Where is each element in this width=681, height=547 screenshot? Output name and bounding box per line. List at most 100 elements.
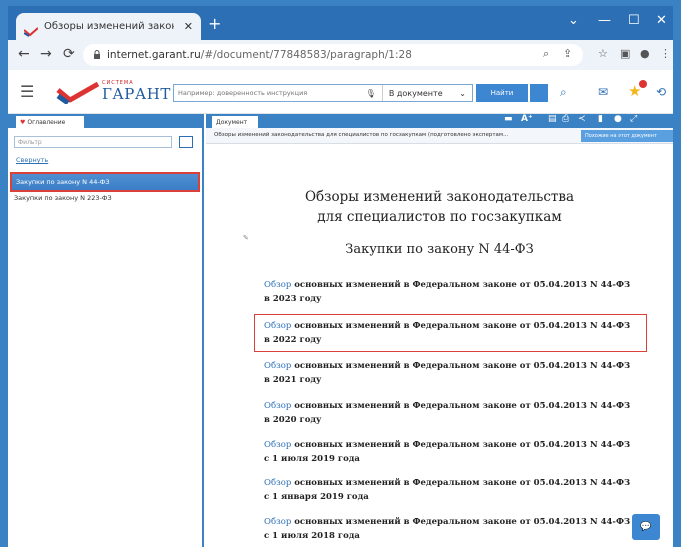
collapse-link[interactable]: Свернуть [16, 156, 48, 164]
printer-icon[interactable]: ⎙ [562, 114, 569, 124]
info-icon[interactable]: ● [614, 114, 622, 124]
chat-bubble-icon: 💬 [640, 522, 652, 532]
list-item: Обзор основных изменений в Федеральном з… [264, 476, 659, 504]
document-title-line-2: для специалистов по госзакупкам [317, 209, 562, 225]
forward-arrow-icon[interactable]: → [40, 46, 52, 62]
logo-text: ГАРАНТ [102, 85, 171, 103]
share-icon[interactable]: ⇪ [563, 47, 572, 60]
filter-placeholder: Фильтр [18, 138, 42, 146]
close-window-button[interactable]: ✕ [656, 13, 667, 28]
toc-item-44fz[interactable]: Закупки по закону N 44-ФЗ [10, 172, 200, 192]
review-link[interactable]: Обзор [264, 401, 291, 411]
list-item: Обзор основных изменений в Федеральном з… [264, 359, 659, 387]
garant-logo[interactable]: СИСТЕМА ГАРАНТ [56, 80, 170, 106]
toc-item-223fz[interactable]: Закупки по закону N 223-ФЗ [14, 194, 112, 202]
profile-icon[interactable]: ● [640, 47, 650, 60]
browser-tab-title: Обзоры изменений законодател [44, 21, 174, 32]
save-icon[interactable]: ▤ [548, 114, 557, 124]
entry-text: основных изменений в Федеральном законе … [291, 478, 631, 488]
document-tab-label: Документ [216, 118, 248, 126]
browser-menu-icon[interactable]: ⋮ [660, 47, 671, 60]
highlight-frame [254, 314, 647, 352]
toc-item-label: Закупки по закону N 223-ФЗ [14, 194, 112, 202]
tab-close-icon[interactable]: ✕ [184, 20, 193, 33]
toc-panel: ♥ Оглавление Фильтр Свернуть Закупки по з… [8, 114, 204, 547]
entry-text: основных изменений в Федеральном законе … [291, 401, 631, 411]
review-link[interactable]: Обзор [264, 440, 291, 450]
hamburger-menu-icon[interactable]: ☰ [20, 82, 34, 101]
list-item: Обзор основных изменений в Федеральном з… [264, 515, 659, 543]
back-arrow-icon[interactable]: ← [18, 46, 30, 62]
search-scope-select[interactable]: В документе ⌄ [381, 85, 472, 101]
entry-text: основных изменений в Федеральном законе … [291, 517, 631, 527]
pencil-icon[interactable]: ✎ [243, 234, 249, 242]
garant-toolbar: ☰ СИСТЕМА ГАРАНТ 🎙 В документе⌄ Найти ⌕ … [8, 70, 673, 114]
search-input[interactable] [174, 89, 360, 97]
font-size-icon[interactable]: A⁺ [521, 114, 533, 124]
chat-icon[interactable]: ✉ [598, 85, 608, 99]
section-title: Закупки по закону N 44-ФЗ [345, 242, 534, 257]
share-doc-icon[interactable]: ≺ [578, 114, 586, 124]
tab-toc[interactable]: ♥ Оглавление [16, 116, 84, 128]
document-header: Документ ▬ A⁺ ▤ ⎙ ≺ ▮ ● ⤢ [206, 114, 673, 128]
browser-title-bar: Обзоры изменений законодател ✕ + ⌄ — ☐ ✕ [8, 6, 673, 40]
review-link[interactable]: Обзор [264, 517, 291, 527]
reload-icon[interactable]: ⟳ [63, 46, 75, 62]
browser-tab[interactable]: Обзоры изменений законодател ✕ [16, 13, 201, 40]
document-pane: Документ ▬ A⁺ ▤ ⎙ ≺ ▮ ● ⤢ Обзоры изменен… [206, 114, 673, 547]
maximize-button[interactable]: ☐ [628, 13, 640, 28]
review-link[interactable]: Обзор [264, 361, 291, 371]
review-link[interactable]: Обзор [264, 478, 291, 488]
toc-header: ♥ Оглавление [8, 114, 202, 128]
entry-date: с 1 июля 2019 года [264, 454, 360, 464]
print-icon[interactable]: ▬ [504, 114, 513, 124]
history-icon[interactable]: ⟲ [656, 85, 666, 99]
address-bar-row: ← → ⟳ internet.garant.ru/#/document/7784… [8, 40, 673, 70]
entry-text: основных изменений в Федеральном законе … [291, 440, 631, 450]
review-link[interactable]: Обзор [264, 280, 291, 290]
bookmark-icon[interactable]: ▮ [598, 114, 603, 124]
bookmark-star-icon[interactable]: ☆ [598, 47, 608, 60]
toc-item-label: Закупки по закону N 44-ФЗ [16, 178, 110, 186]
url-host: internet.garant.ru [107, 49, 201, 61]
tab-document[interactable]: Документ [212, 116, 258, 128]
similar-docs-link[interactable]: Похожие на этот документ [581, 130, 673, 142]
minimize-button[interactable]: — [598, 13, 611, 28]
find-button[interactable]: Найти [476, 84, 528, 102]
list-item: Обзор основных изменений в Федеральном з… [264, 399, 659, 427]
garant-tab-logo-icon [23, 22, 39, 37]
document-subtitle: Обзоры изменений законодательства для сп… [214, 132, 509, 138]
browser-window: Обзоры изменений законодател ✕ + ⌄ — ☐ ✕… [8, 6, 673, 547]
chevron-down-icon: ⌄ [459, 88, 466, 98]
garant-logo-icon [56, 82, 100, 104]
document-title-line-1: Обзоры изменений законодательства [304, 189, 574, 205]
zoom-icon[interactable]: ⌕ [543, 47, 549, 61]
expand-icon[interactable]: ⤢ [630, 114, 637, 124]
list-item: Обзор основных изменений в Федеральном з… [264, 278, 659, 306]
sidebar-icon[interactable]: ▣ [620, 47, 630, 60]
list-item: Обзор основных изменений в Федеральном з… [264, 438, 659, 466]
extended-search-icon[interactable]: ⌕ [560, 85, 567, 100]
url-field[interactable]: internet.garant.ru/#/document/77848583/p… [83, 44, 583, 66]
notification-badge [639, 80, 647, 88]
tab-search-icon[interactable]: ⌄ [568, 13, 579, 28]
find-options-button[interactable] [530, 84, 548, 102]
search-scope-label: В документе [388, 88, 443, 98]
entry-text: основных изменений в Федеральном законе … [291, 280, 631, 290]
entry-date: в 2021 году [264, 375, 322, 385]
entry-date: с 1 июля 2018 года [264, 531, 360, 541]
entry-date: с 1 января 2019 года [264, 492, 369, 502]
lock-icon [94, 50, 100, 59]
microphone-icon[interactable]: 🎙 [366, 89, 376, 98]
toc-filter-input[interactable]: Фильтр [14, 136, 172, 148]
entry-text: основных изменений в Федеральном законе … [291, 361, 631, 371]
support-chat-button[interactable]: 💬 [632, 514, 660, 540]
entry-date: в 2020 году [264, 415, 322, 425]
find-button-label: Найти [490, 89, 514, 97]
toc-tab-label: Оглавление [27, 118, 66, 126]
entry-date: в 2023 году [264, 294, 322, 304]
search-box: 🎙 В документе ⌄ [173, 84, 473, 102]
filter-toggle-icon[interactable] [179, 136, 193, 148]
document-subheader: Обзоры изменений законодательства для сп… [206, 128, 673, 144]
new-tab-button[interactable]: + [208, 14, 221, 33]
